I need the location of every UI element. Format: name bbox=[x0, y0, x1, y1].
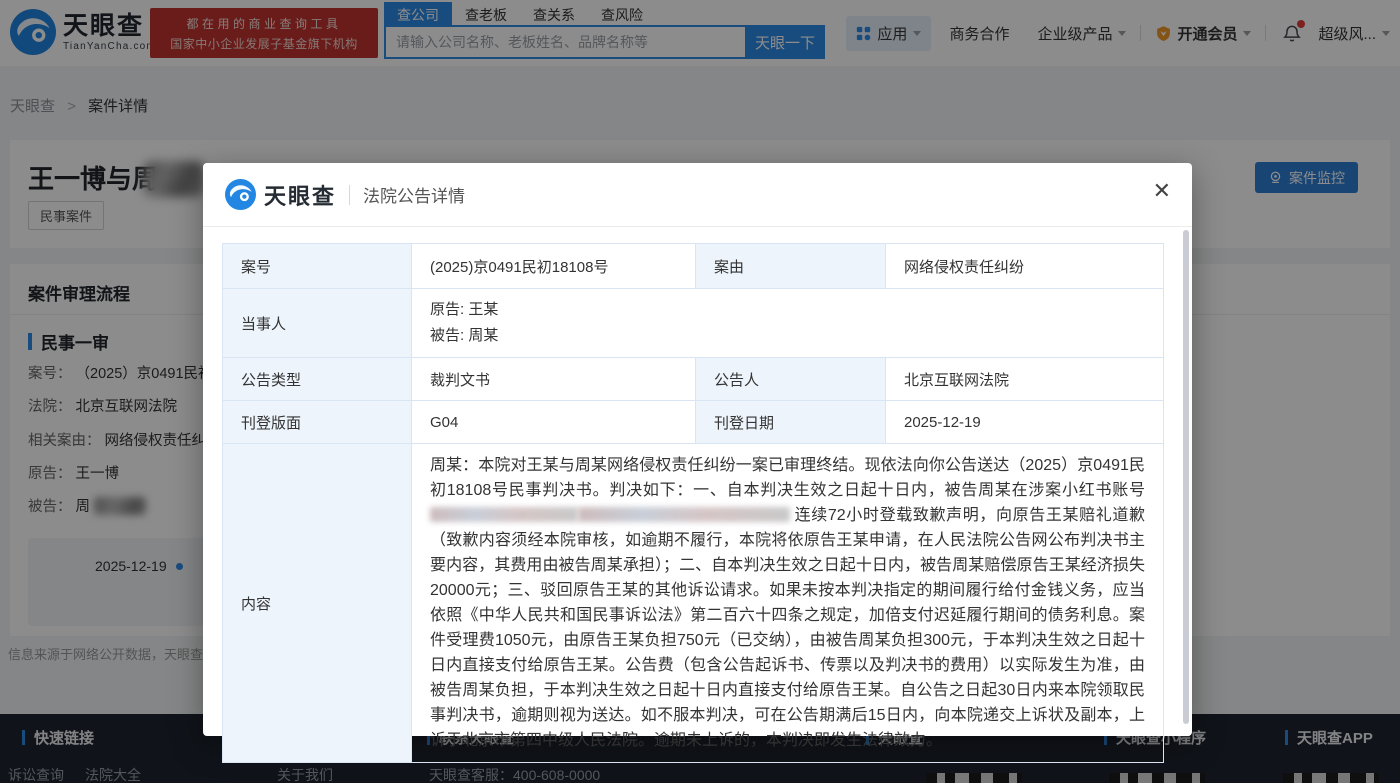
parties-value: 原告: 王某 被告: 周某 bbox=[412, 289, 1164, 358]
table-row: 当事人 原告: 王某 被告: 周某 bbox=[223, 289, 1164, 358]
content-label: 内容 bbox=[223, 444, 412, 763]
announcement-table: 案号 (2025)京0491民初18108号 案由 网络侵权责任纠纷 当事人 原… bbox=[222, 243, 1164, 763]
table-row: 内容 周某：本院对王某与周某网络侵权责任纠纷一案已审理终结。现依法向你公告送达（… bbox=[223, 444, 1164, 763]
case-no-label: 案号 bbox=[223, 244, 412, 289]
page-value: G04 bbox=[412, 401, 696, 444]
redacted-text bbox=[578, 507, 790, 522]
content-value: 周某：本院对王某与周某网络侵权责任纠纷一案已审理终结。现依法向你公告送达（202… bbox=[412, 444, 1164, 763]
date-value: 2025-12-19 bbox=[886, 401, 1164, 444]
content-text-part2: 连续72小时登载致歉声明，向原告王某赔礼道歉（致歉内容须经本院审核，如逾期不履行… bbox=[430, 507, 1145, 749]
table-row: 刊登版面 G04 刊登日期 2025-12-19 bbox=[223, 401, 1164, 444]
page-label: 刊登版面 bbox=[223, 401, 412, 444]
modal-brand: 天眼查 bbox=[264, 179, 336, 211]
redacted-text bbox=[430, 507, 578, 522]
date-label: 刊登日期 bbox=[696, 401, 886, 444]
modal-title: 法院公告详情 bbox=[363, 182, 465, 207]
modal-header: 天眼查 法院公告详情 ✕ bbox=[203, 163, 1192, 227]
type-value: 裁判文书 bbox=[412, 358, 696, 401]
table-row: 案号 (2025)京0491民初18108号 案由 网络侵权责任纠纷 bbox=[223, 244, 1164, 289]
table-row: 公告类型 裁判文书 公告人 北京互联网法院 bbox=[223, 358, 1164, 401]
cause-value: 网络侵权责任纠纷 bbox=[886, 244, 1164, 289]
announcer-value: 北京互联网法院 bbox=[886, 358, 1164, 401]
announcer-label: 公告人 bbox=[696, 358, 886, 401]
cause-label: 案由 bbox=[696, 244, 886, 289]
court-announcement-modal: 天眼查 法院公告详情 ✕ 案号 (2025)京0491民初18108号 案由 网… bbox=[203, 163, 1192, 736]
content-text-part1: 周某：本院对王某与周某网络侵权责任纠纷一案已审理终结。现依法向你公告送达（202… bbox=[430, 457, 1145, 499]
defendant-line: 被告: 周某 bbox=[430, 323, 1145, 349]
close-icon[interactable]: ✕ bbox=[1153, 180, 1171, 202]
divider bbox=[349, 185, 350, 205]
page: 天眼查 TianYanCha.com 都在用的商业查询工具 国家中小企业发展子基… bbox=[0, 0, 1400, 783]
case-no-value: (2025)京0491民初18108号 bbox=[412, 244, 696, 289]
type-label: 公告类型 bbox=[223, 358, 412, 401]
parties-label: 当事人 bbox=[223, 289, 412, 358]
plaintiff-line: 原告: 王某 bbox=[430, 297, 1145, 323]
eye-swirl-icon bbox=[225, 179, 256, 210]
modal-scrollbar[interactable] bbox=[1183, 230, 1189, 724]
